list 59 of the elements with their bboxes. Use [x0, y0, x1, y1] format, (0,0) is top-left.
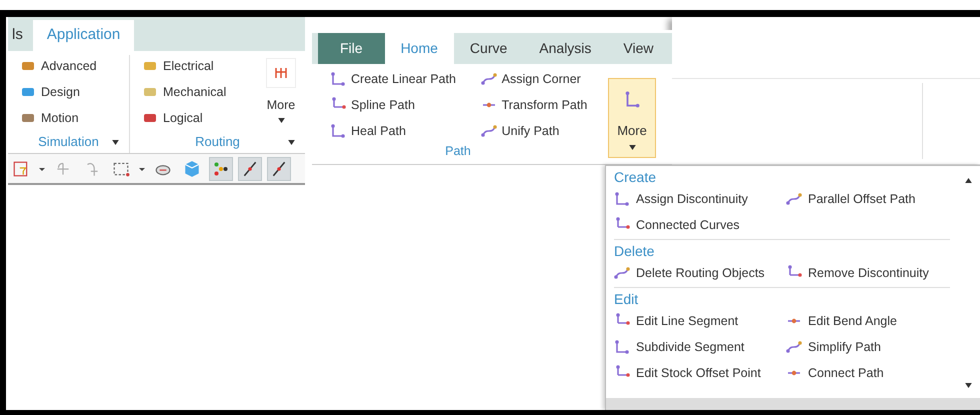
line-icon[interactable]: [241, 160, 259, 178]
ribbon-command[interactable]: Electrical: [142, 55, 261, 77]
ribbon-command[interactable]: Transform Path: [480, 94, 604, 116]
group-label: Routing: [195, 133, 240, 152]
menu-item[interactable]: Simplify Path: [786, 336, 950, 358]
ribbon-tab[interactable]: Home: [384, 33, 454, 64]
ribbon-command[interactable]: Mechanical: [142, 81, 261, 103]
menu-section-title: Delete: [614, 242, 656, 260]
ribbon-command[interactable]: Heal Path: [330, 120, 473, 142]
ribbon-command[interactable]: Spline Path: [330, 94, 473, 116]
menu-item[interactable]: Parallel Offset Path: [786, 188, 950, 210]
path-icon: [786, 339, 802, 355]
ribbon-tab[interactable]: Application: [32, 20, 134, 51]
menu-item[interactable]: Connected Curves: [614, 214, 786, 236]
nodes-icon[interactable]: [212, 160, 230, 178]
more-button[interactable]: More: [261, 55, 301, 131]
ribbon-command[interactable]: Advanced: [20, 55, 129, 77]
menu-item[interactable]: Edit Line Segment: [614, 310, 786, 332]
scroll-down-arrow[interactable]: [965, 383, 972, 388]
menu-item[interactable]: Edit Bend Angle: [786, 310, 950, 332]
ribbon-command[interactable]: Assign Corner: [480, 68, 604, 90]
menu-item[interactable]: Delete Routing Objects: [614, 262, 786, 284]
path-icon: [480, 123, 497, 140]
group-label: Simulation: [38, 133, 99, 152]
path-icon: [614, 191, 630, 207]
ribbon-command[interactable]: Logical: [142, 107, 261, 129]
ribbon-tab[interactable]: Analysis: [523, 33, 608, 64]
cube-icon[interactable]: [183, 160, 201, 178]
menu-item[interactable]: Assign Discontinuity: [614, 188, 786, 210]
line-icon[interactable]: [270, 160, 288, 178]
path-icon: [480, 71, 497, 88]
more-button[interactable]: More: [608, 78, 656, 158]
ribbon-tab[interactable]: Curve: [454, 33, 524, 64]
path-icon: [786, 191, 802, 207]
filter-icon[interactable]: [12, 160, 30, 178]
group-label: Path: [445, 143, 471, 160]
menu-item[interactable]: Connect Path: [786, 362, 950, 384]
caret-icon[interactable]: [628, 144, 636, 150]
ribbon-command[interactable]: Create Linear Path: [330, 68, 473, 90]
ribbon-command[interactable]: Unify Path: [480, 120, 604, 142]
ribbon-tab[interactable]: View: [607, 33, 670, 64]
scroll-up-arrow[interactable]: [965, 178, 972, 183]
menu-item[interactable]: Edit Stock Offset Point: [614, 362, 786, 384]
path-icon: [614, 339, 630, 355]
ribbon-command[interactable]: Design: [20, 81, 129, 103]
path-icon: [330, 123, 346, 140]
group-options-caret[interactable]: [112, 140, 119, 144]
ribbon-command[interactable]: Motion: [20, 107, 129, 129]
caret-icon[interactable]: [278, 118, 284, 123]
path-icon: [614, 265, 630, 281]
group-options-caret[interactable]: [288, 140, 295, 144]
menu-section-title: Edit: [614, 290, 640, 308]
ribbon-tab[interactable]: ls: [2, 20, 33, 51]
path-icon: [330, 71, 346, 88]
ribbon-tab[interactable]: File: [318, 33, 385, 64]
menu-section-title: Create: [614, 168, 658, 186]
routing-icon: [266, 58, 296, 88]
menu-item[interactable]: Remove Discontinuity: [786, 262, 950, 284]
menu-item[interactable]: Subdivide Segment: [614, 336, 786, 358]
